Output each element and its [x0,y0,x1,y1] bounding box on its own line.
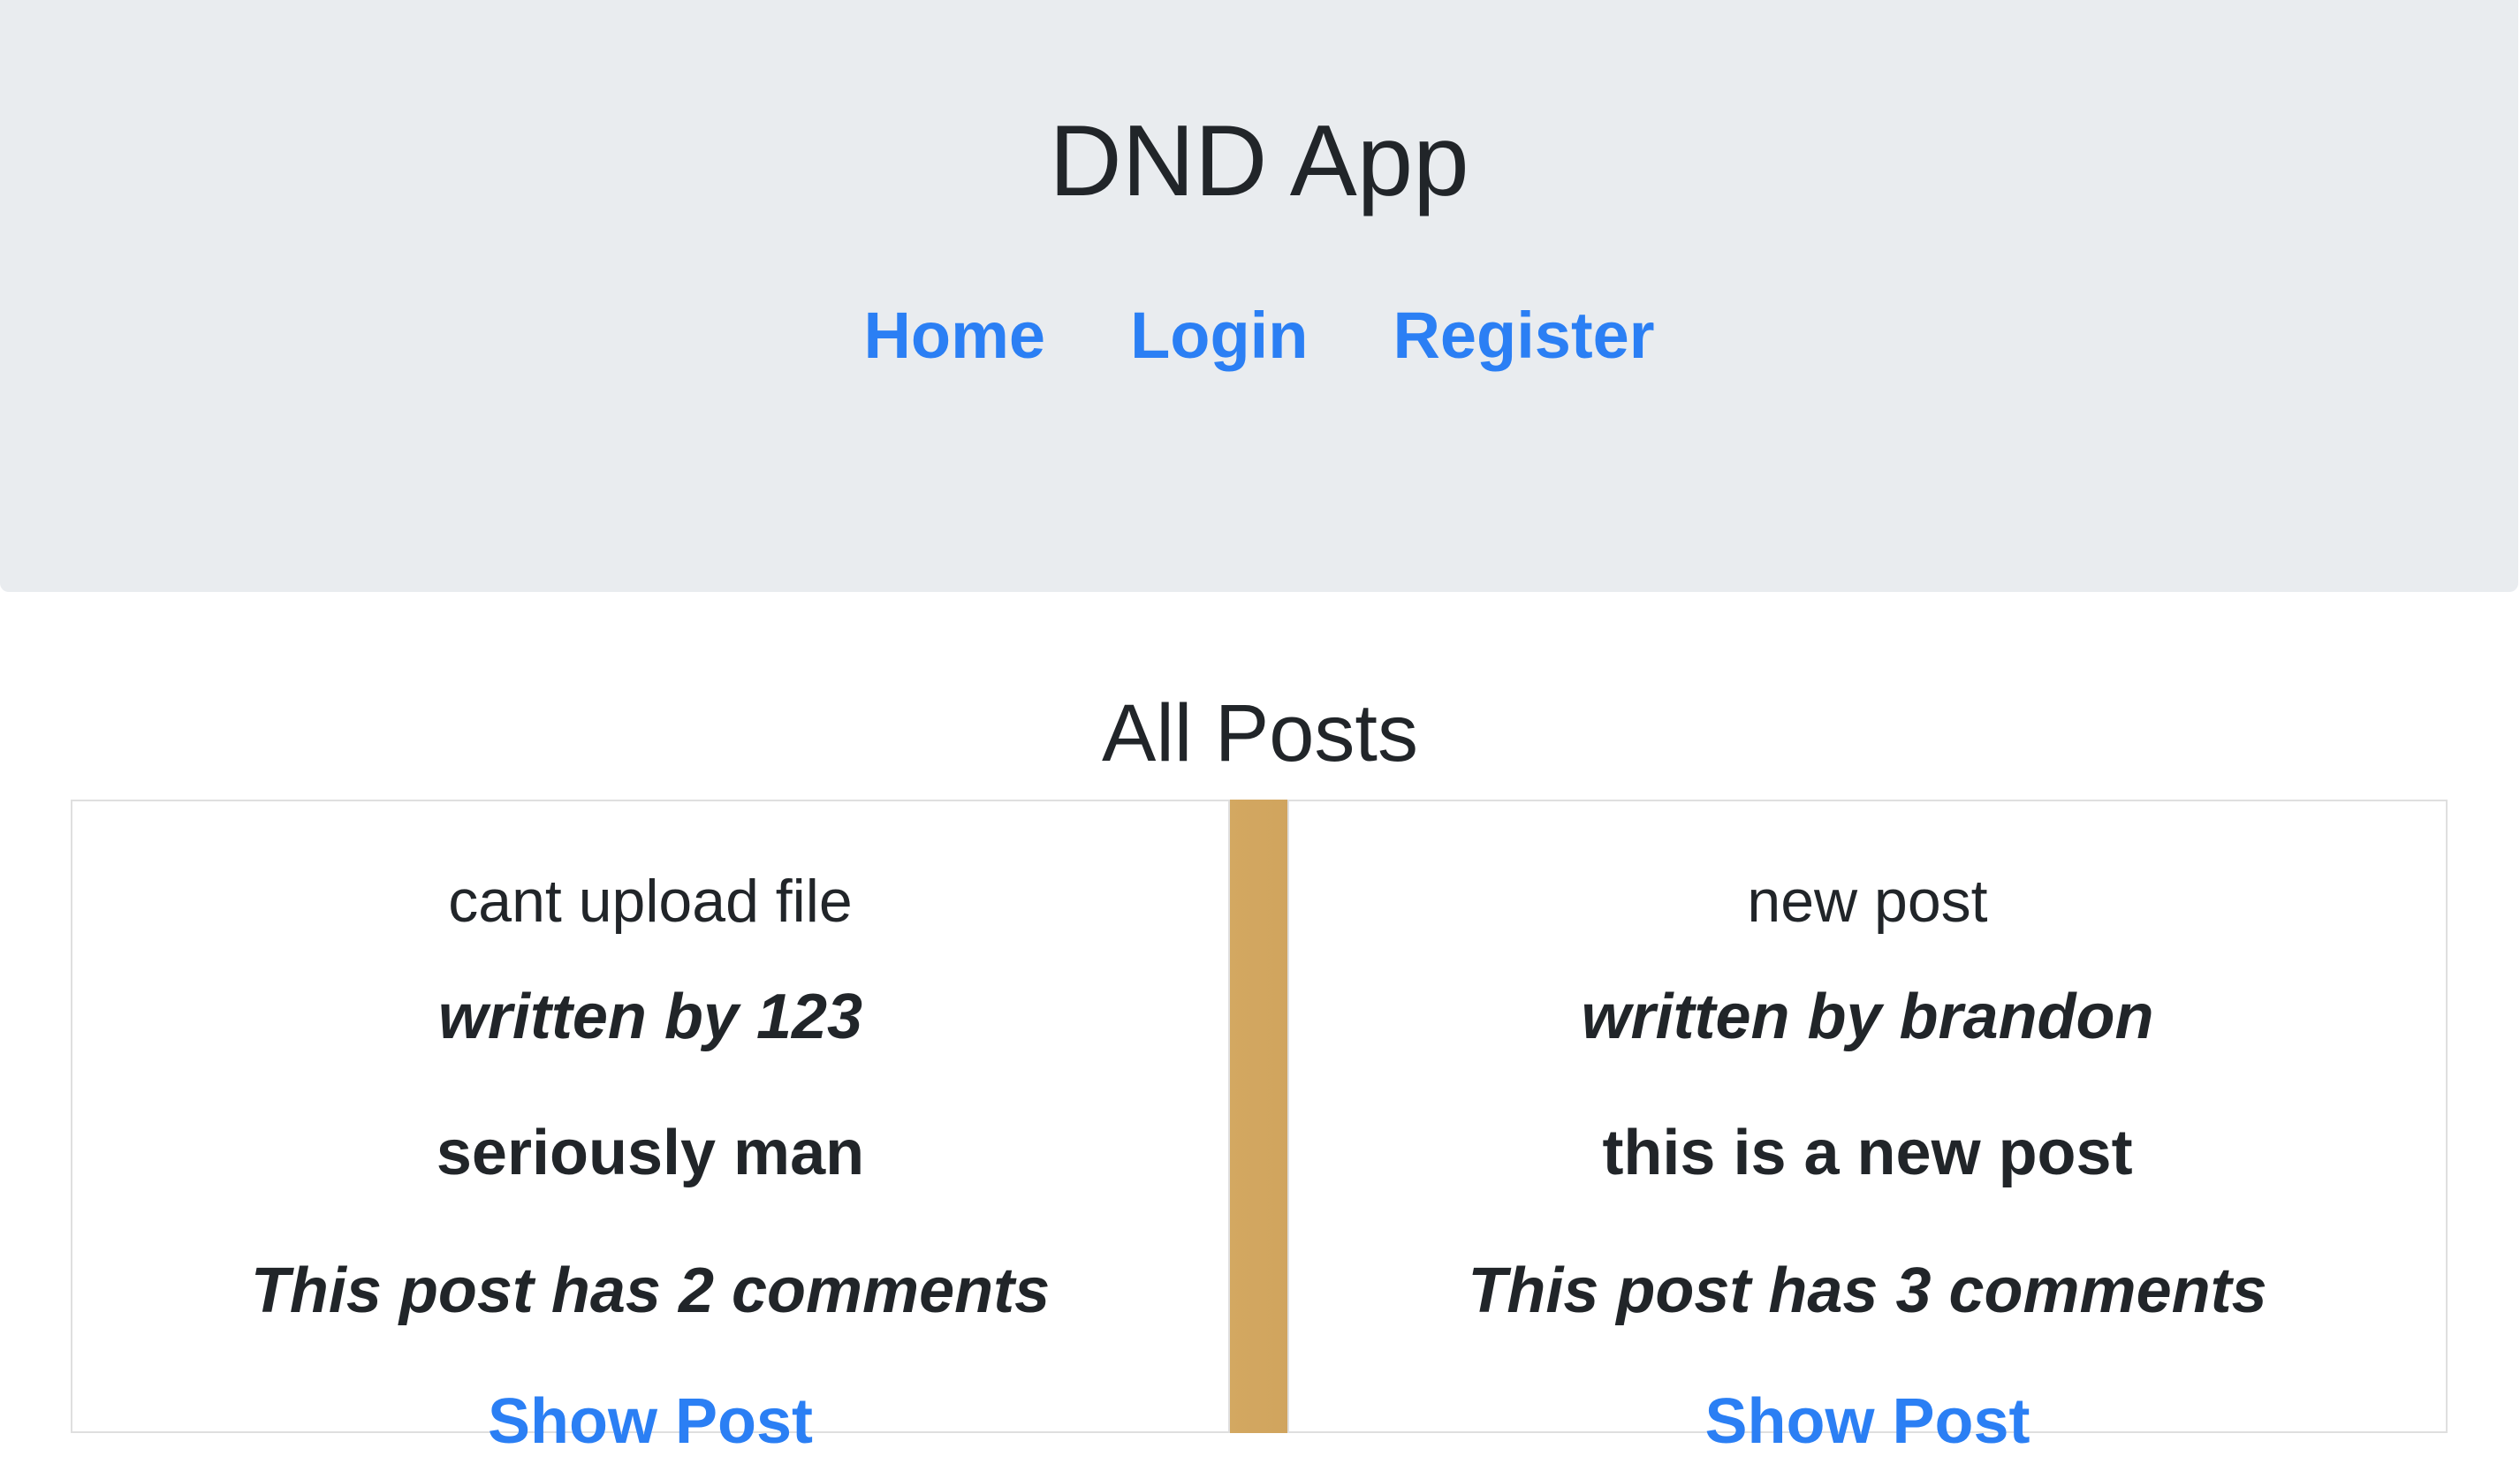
post-body: seriously man [436,1118,865,1188]
main-nav: Home Login Register [0,292,2518,380]
post-body: this is a new post [1602,1118,2133,1188]
nav-login-link[interactable]: Login [1130,292,1308,380]
post-comment-count: This post has 3 comments [1468,1255,2267,1326]
post-author: written by 123 [437,982,863,1052]
post-author: written by brandon [1581,982,2154,1052]
app-title: DND App [1049,105,1469,217]
show-post-link[interactable]: Show Post [72,1379,1228,1464]
posts-grid: cant upload file written by 123 seriousl… [71,800,2448,1457]
post-card: new post written by brandon this is a ne… [1287,800,2448,1457]
post-card: cant upload file written by 123 seriousl… [71,800,1230,1457]
post-comment-count: This post has 2 comments [250,1255,1051,1326]
show-post-link[interactable]: Show Post [1289,1379,2446,1464]
nav-register-link[interactable]: Register [1393,292,1654,380]
post-title: cant upload file [448,868,853,935]
post-title: new post [1747,868,1988,935]
header-jumbotron: DND App Home Login Register [0,0,2518,592]
nav-home-link[interactable]: Home [863,292,1045,380]
section-title: All Posts [1102,688,1418,778]
